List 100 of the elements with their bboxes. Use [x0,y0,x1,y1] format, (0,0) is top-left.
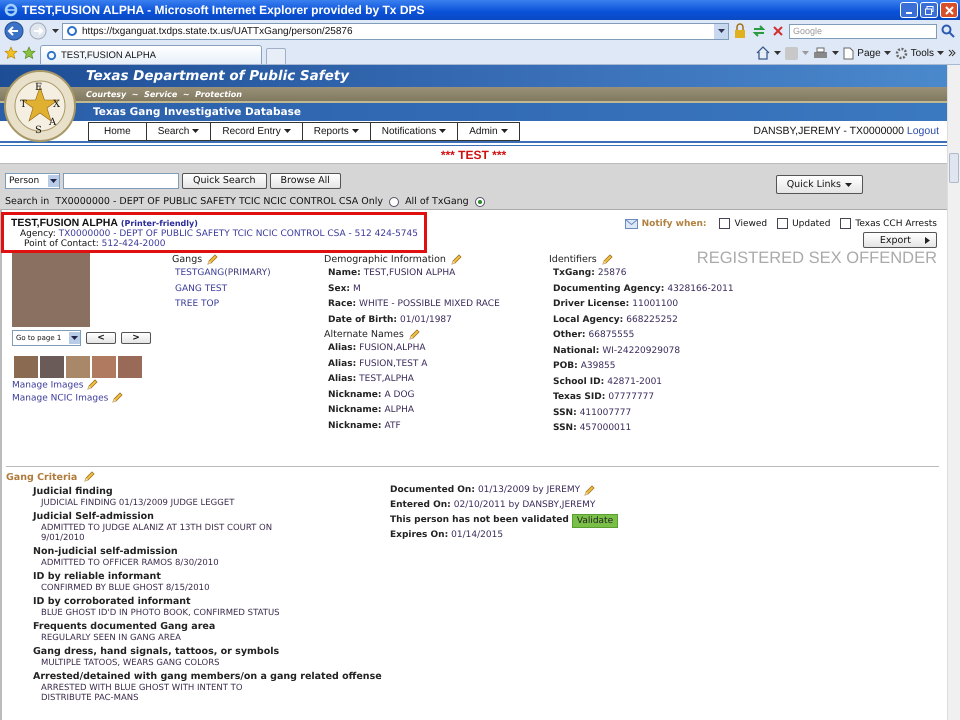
contact-label: Point of Contact: [24,239,99,249]
scope-radio[interactable] [389,196,400,206]
field-value: 07777777 [608,391,654,404]
favorites-star-icon[interactable] [4,46,18,60]
field-value: ALPHA [384,404,414,417]
caret-icon [50,178,57,182]
field-label: Race: [328,298,356,311]
criterion-detail: ARRESTED WITH BLUE GHOST WITH INTENT TO DISTRIBUTE PAC-MANS [40,683,244,703]
field-value: ATF [384,420,401,432]
thumbnail-placeholder[interactable] [66,356,90,378]
gang-link[interactable]: GANG TEST [175,284,228,294]
export-button[interactable]: Export [862,232,937,248]
search-icon[interactable] [940,23,956,39]
caret-icon [500,129,508,133]
close-button[interactable] [940,2,958,18]
pencil-icon[interactable] [600,254,613,266]
thumbnail-placeholder[interactable] [92,356,116,378]
tools-menu[interactable]: Tools [894,46,944,60]
quick-links-button[interactable]: Quick Links [776,175,863,194]
field-label: SSN: [553,422,577,435]
next-button[interactable]: > [121,332,151,344]
gear-icon [894,46,908,60]
scrollbar[interactable] [947,65,960,720]
caret-icon [284,129,291,133]
status-label: REGISTERED SEX OFFENDER [696,249,937,267]
nav-menu-item[interactable]: Reports [302,122,371,140]
dropdown-button[interactable] [714,24,728,38]
gang-link[interactable]: TREE TOP [175,299,219,309]
thumbnail-placeholder[interactable] [14,356,38,378]
quick-search-button[interactable]: Quick Search [182,172,267,188]
printer-friendly-link[interactable]: (Printer-friendly) [120,219,198,228]
search-scope-label: Search in [5,196,50,207]
field-label: Documenting Agency: [553,282,664,296]
previous-button[interactable]: < [86,332,116,344]
pencil-icon[interactable] [206,254,218,266]
gang-link[interactable]: TESTGANG [175,268,224,278]
caret-icon [352,129,359,133]
pencil-icon[interactable] [83,471,96,483]
notify-checkbox[interactable] [777,218,788,229]
home-icon[interactable] [756,46,770,60]
department-seal-logo: T E X A S [3,69,77,143]
caret-icon [774,51,782,55]
nav-menu-item[interactable]: Search [146,122,212,140]
maximize-button[interactable] [920,2,938,18]
search-field[interactable]: Google [789,24,937,38]
refresh-icon[interactable] [751,23,767,39]
field-label: Documented On: [390,484,475,497]
caret-icon [845,182,852,186]
field-label: Driver License: [553,298,630,311]
criterion-detail: ADMITTED TO JUDGE ALANIZ AT 13TH DIST COURT ON 9/01/2010 [40,523,274,543]
field-label: Sex: [328,282,350,296]
section-heading: Gangs [172,253,202,266]
user-name: DANSBY,JEREMY - TX0000000 [753,125,904,137]
criterion-title: Judicial Self-admission [33,511,155,523]
field-label: Nickname: [328,388,382,402]
nav-menu-item[interactable]: Record Entry [211,122,303,140]
notify-checkbox[interactable] [719,218,730,229]
field-label: Expires On: [390,529,448,542]
agency-value[interactable]: TX0000000 - DEPT OF PUBLIC SAFETY TCIC NCIC CONTROL CSA - 512 424-5745 [58,229,418,239]
pencil-icon[interactable] [408,328,420,340]
pencil-icon[interactable] [111,392,124,404]
more-tools-icon[interactable] [948,48,956,58]
pencil-icon[interactable] [450,254,462,266]
page-menu[interactable]: Page [843,46,891,60]
record-type-select[interactable]: Person [5,172,60,188]
caret-icon [937,51,944,55]
address-field[interactable]: https://txganguat.txdps.state.tx.us/UATTxGang/person/25876 [62,22,729,40]
criterion-detail: REGULARLY SEEN IN GANG AREA [40,633,182,643]
thumbnail-placeholder[interactable] [40,356,64,378]
thumbnail-placeholder[interactable] [118,356,142,378]
criterion-title: Non-judicial self-admission [33,546,179,558]
back-button[interactable] [4,21,26,41]
add-favorite-icon[interactable] [22,46,36,60]
pencil-icon[interactable] [86,379,98,391]
caret-icon [439,129,446,133]
browser-tab[interactable]: TEST,FUSION ALPHA [40,45,262,64]
browse-all-button[interactable]: Browse All [270,172,341,188]
printer-icon[interactable] [813,46,828,60]
field-value: WI-24220929078 [602,344,680,358]
logout-link[interactable]: Logout [906,125,939,137]
notify-label: Notify when: [642,218,706,228]
section-heading: Gang Criteria [6,472,78,482]
criterion-detail: CONFIRMED BY BLUE GHOST 8/15/2010 [40,583,210,593]
search-input[interactable] [63,172,179,188]
field-value: 411007777 [580,406,632,420]
nav-menu-item[interactable]: Notifications [370,122,458,140]
scope-radio[interactable] [474,196,485,206]
field-label: School ID: [553,376,604,388]
validate-button[interactable]: Validate [572,514,618,528]
criterion-title: Frequents documented Gang area [33,621,216,633]
nav-menu-item[interactable]: Admin [458,122,519,140]
nav-menu-item[interactable]: Home [89,122,147,140]
manage-images-link[interactable]: Manage NCIC Images [12,394,108,404]
pencil-icon[interactable] [583,484,596,496]
manage-images-link[interactable]: Manage Images [12,380,84,390]
field-label: Local Agency: [553,314,624,326]
criterion-title: ID by corroborated informant [33,596,192,608]
notify-checkbox[interactable] [840,218,852,229]
minimize-button[interactable] [900,2,918,18]
field-label: Nickname: [328,404,382,417]
